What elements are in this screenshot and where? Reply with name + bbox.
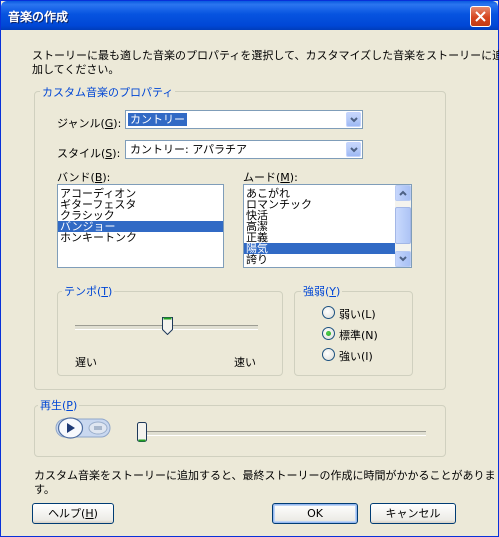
style-dropdown-button[interactable] bbox=[346, 142, 361, 157]
mood-list[interactable]: あこがれ ロマンチック 快活 高潔 正義 陽気 誇り bbox=[243, 184, 412, 268]
mood-item[interactable]: ロマンチック bbox=[244, 199, 411, 210]
intensity-group-label: 強弱(Y) bbox=[301, 283, 343, 299]
playback-group-label: 再生(P) bbox=[38, 397, 80, 413]
mood-item[interactable]: 高潔 bbox=[244, 221, 411, 232]
band-list[interactable]: アコーディオン ギターフェスタ クラシック バンジョー ホンキートンク bbox=[57, 184, 224, 268]
help-button[interactable]: ヘルプ(H) bbox=[32, 503, 114, 524]
play-icon bbox=[57, 417, 84, 442]
stop-icon bbox=[88, 421, 108, 438]
stop-button[interactable] bbox=[88, 421, 108, 435]
intensity-normal-label[interactable]: 標準(N) bbox=[339, 327, 378, 343]
intensity-strong-label[interactable]: 強い(I) bbox=[339, 348, 373, 364]
ok-button[interactable]: OK bbox=[272, 503, 358, 524]
style-select[interactable]: カントリー: アパラチア bbox=[125, 140, 363, 159]
genre-value: カントリー bbox=[128, 113, 187, 126]
title-bar: 音楽の作成 bbox=[1, 1, 498, 30]
properties-group-label: カスタム音楽のプロパティ bbox=[40, 84, 176, 100]
genre-label: ジャンル(G): bbox=[57, 117, 122, 130]
intensity-weak-label[interactable]: 弱い(L) bbox=[339, 306, 376, 322]
tempo-fast-label: 速い bbox=[234, 356, 256, 369]
mood-item[interactable]: 正義 bbox=[244, 232, 411, 243]
intensity-weak-radio[interactable] bbox=[322, 306, 335, 319]
scroll-down-button[interactable] bbox=[395, 251, 411, 267]
tempo-slow-label: 遅い bbox=[75, 356, 97, 369]
playback-seek-thumb[interactable] bbox=[137, 422, 147, 442]
style-label: スタイル(S): bbox=[57, 147, 121, 160]
intensity-normal-radio[interactable] bbox=[322, 327, 335, 340]
band-item[interactable]: ホンキートンク bbox=[58, 232, 223, 243]
tempo-group-label: テンポ(T) bbox=[62, 283, 115, 299]
notice-line1: カスタム音楽をストーリーに追加すると、最終ストーリーの作成に時間がかかることがあ… bbox=[34, 469, 496, 482]
scroll-up-button[interactable] bbox=[395, 185, 411, 201]
style-value: カントリー: アパラチア bbox=[130, 143, 247, 156]
genre-dropdown-button[interactable] bbox=[346, 112, 361, 127]
radio-selected-dot bbox=[326, 331, 331, 336]
mood-item[interactable]: 誇り bbox=[244, 254, 411, 265]
tempo-slider-thumb[interactable] bbox=[162, 317, 173, 336]
cancel-button[interactable]: キャンセル bbox=[370, 503, 456, 524]
intro-text-line2: 加してください。 bbox=[32, 63, 120, 76]
create-music-dialog: 音楽の作成 ストーリーに最も適した音楽のプロパティを選択して、カスタマイズした音… bbox=[0, 0, 499, 537]
intensity-strong-radio[interactable] bbox=[322, 348, 335, 361]
mood-label: ムード(M): bbox=[243, 171, 298, 184]
play-button[interactable] bbox=[57, 417, 84, 439]
genre-select[interactable]: カントリー bbox=[125, 110, 363, 129]
notice-line2: す。 bbox=[34, 483, 55, 496]
mood-item[interactable]: 快活 bbox=[244, 210, 411, 221]
band-label: バンド(B): bbox=[57, 171, 111, 184]
close-button[interactable] bbox=[470, 6, 491, 27]
mood-scrollbar[interactable] bbox=[395, 185, 411, 267]
window-title: 音楽の作成 bbox=[8, 10, 69, 24]
playback-seek-track[interactable] bbox=[137, 431, 426, 436]
scroll-thumb[interactable] bbox=[395, 207, 411, 244]
